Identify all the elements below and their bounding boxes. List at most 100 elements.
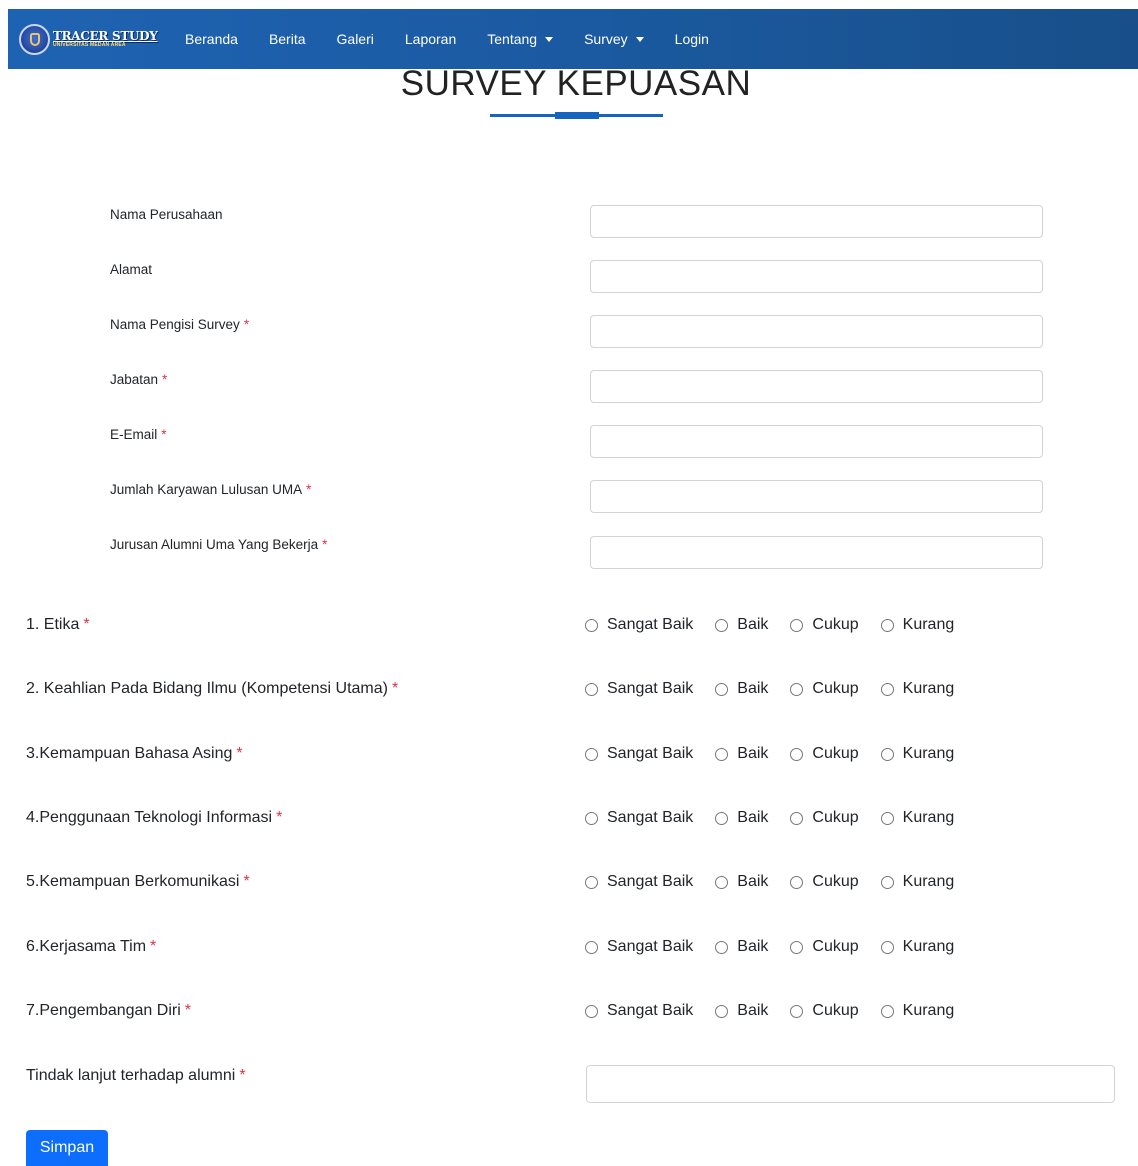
radio-button[interactable] [585,682,598,696]
nav-label: Galeri [336,31,374,47]
field-label-text: Nama Perusahaan [110,207,223,222]
rating-option[interactable]: Cukup [790,1002,859,1020]
rating-option[interactable]: Cukup [790,680,859,698]
radio-button[interactable] [715,940,729,954]
text-field[interactable] [590,205,1043,238]
rating-option[interactable]: Cukup [790,745,859,763]
radio-button[interactable] [790,747,804,761]
radio-button[interactable] [715,682,729,696]
nav-galeri[interactable]: Galeri [321,9,389,69]
radio-button[interactable] [880,811,894,825]
nav-beranda[interactable]: Beranda [170,9,254,69]
rating-option[interactable]: Baik [715,1002,768,1020]
rating-option[interactable]: Sangat Baik [585,1002,693,1020]
question-label-text: 4.Penggunaan Teknologi Informasi [26,809,273,826]
rating-option-label: Sangat Baik [607,745,694,762]
text-field[interactable] [590,480,1043,513]
question-label-text: 5.Kemampuan Berkomunikasi [26,873,240,890]
caret-down-icon [635,36,644,42]
radio-button[interactable] [715,747,729,761]
submit-button[interactable]: Simpan [26,1130,108,1166]
required-asterisk: * [306,482,312,497]
text-field[interactable] [590,425,1043,458]
text-field[interactable] [590,370,1043,403]
radio-button[interactable] [715,618,729,632]
rating-radio-group: Sangat Baik Baik Cukup Kurang [585,809,954,827]
followup-input[interactable] [586,1065,1115,1103]
rating-option[interactable]: Baik [715,745,768,763]
field-label: E-Email * [110,427,167,442]
radio-button[interactable] [880,747,894,761]
text-field[interactable] [590,536,1043,569]
radio-button[interactable] [790,875,804,889]
rating-option[interactable]: Baik [715,616,768,634]
radio-button[interactable] [585,747,598,761]
question-label: 5.Kemampuan Berkomunikasi * [26,873,250,891]
nav-survey[interactable]: Survey [569,9,660,69]
rating-option[interactable]: Cukup [790,809,859,827]
radio-button[interactable] [585,875,598,889]
radio-button[interactable] [715,875,729,889]
radio-button[interactable] [585,1004,598,1018]
radio-button[interactable] [790,1004,804,1018]
text-field[interactable] [590,315,1043,348]
radio-button[interactable] [790,811,804,825]
nav-berita[interactable]: Berita [253,9,321,69]
rating-option[interactable]: Sangat Baik [585,809,693,827]
radio-button[interactable] [880,1004,894,1018]
rating-option[interactable]: Sangat Baik [585,873,693,891]
radio-button[interactable] [880,875,894,889]
rating-option[interactable]: Baik [715,680,768,698]
nav-login[interactable]: Login [659,9,724,69]
rating-option-label: Cukup [812,1002,859,1019]
question-label: 1. Etika * [26,616,90,634]
question-label-text: 2. Keahlian Pada Bidang Ilmu (Kompetensi… [26,680,388,697]
rating-option[interactable]: Kurang [880,809,955,827]
brand-logo-link[interactable]: TRACER STUDY UNIVERSITAS MEDAN AREA [19,23,158,55]
radio-button[interactable] [585,811,598,825]
question-label: 6.Kerjasama Tim * [26,938,156,956]
field-label: Jabatan * [110,372,167,387]
field-label-text: Nama Pengisi Survey [110,317,240,332]
rating-option[interactable]: Sangat Baik [585,616,693,634]
rating-option[interactable]: Cukup [790,616,859,634]
radio-button[interactable] [880,682,894,696]
radio-button[interactable] [790,618,804,632]
rating-option[interactable]: Kurang [880,680,954,698]
rating-option[interactable]: Kurang [880,745,954,763]
text-field[interactable] [590,260,1043,293]
radio-button[interactable] [790,940,804,954]
rating-option-label: Kurang [902,809,955,826]
rating-option[interactable]: Kurang [880,616,954,634]
radio-button[interactable] [585,940,598,954]
rating-option-label: Cukup [812,745,859,762]
nav-laporan[interactable]: Laporan [389,9,471,69]
top-navbar: TRACER STUDY UNIVERSITAS MEDAN AREA Bera… [8,9,1138,69]
rating-option-label: Baik [737,809,769,826]
radio-button[interactable] [880,940,894,954]
rating-option-label: Baik [737,938,769,955]
radio-button[interactable] [585,618,598,632]
radio-button[interactable] [715,811,729,825]
rating-option-label: Cukup [812,616,859,633]
rating-option[interactable]: Cukup [790,938,859,956]
nav-label: Tentang [487,31,538,47]
rating-option[interactable]: Kurang [880,873,954,891]
radio-button[interactable] [715,1004,729,1018]
rating-option[interactable]: Cukup [790,873,859,891]
nav-tentang[interactable]: Tentang [472,9,569,69]
rating-option[interactable]: Baik [715,938,768,956]
rating-option[interactable]: Sangat Baik [585,680,693,698]
rating-radio-group: Sangat Baik Baik Cukup Kurang [585,873,954,891]
rating-option[interactable]: Kurang [880,938,954,956]
rating-option[interactable]: Baik [715,873,768,891]
question-label: 7.Pengembangan Diri * [26,1002,191,1020]
required-asterisk: * [150,938,157,955]
followup-label-text: Tindak lanjut terhadap alumni [26,1067,236,1084]
radio-button[interactable] [790,682,804,696]
radio-button[interactable] [880,618,894,632]
rating-option[interactable]: Sangat Baik [585,938,693,956]
rating-option[interactable]: Baik [715,809,768,827]
rating-option[interactable]: Sangat Baik [585,745,693,763]
rating-option[interactable]: Kurang [880,1002,954,1020]
